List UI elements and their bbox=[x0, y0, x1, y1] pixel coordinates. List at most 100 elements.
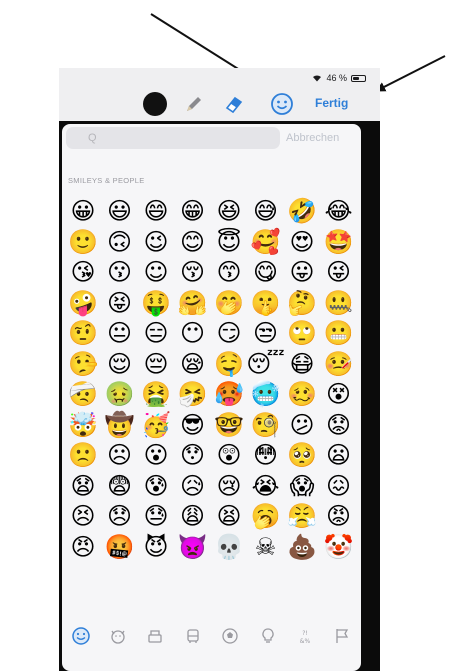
emoji-key[interactable]: 🤨 bbox=[65, 318, 101, 349]
emoji-key[interactable]: 😮 bbox=[138, 440, 174, 471]
emoji-key[interactable]: 😬 bbox=[321, 318, 357, 349]
emoji-key[interactable]: 😎 bbox=[175, 410, 211, 441]
emoji-key[interactable]: 😞 bbox=[102, 501, 138, 532]
emoji-key[interactable]: 😷 bbox=[284, 349, 320, 380]
emoji-key[interactable]: 😦 bbox=[321, 440, 357, 471]
emoji-key[interactable]: 😐 bbox=[102, 318, 138, 349]
emoji-key[interactable]: 🤥 bbox=[65, 349, 101, 380]
emoji-key[interactable]: 😥 bbox=[175, 471, 211, 502]
emoji-key[interactable]: 🤢 bbox=[102, 379, 138, 410]
emoji-key[interactable]: 🤡 bbox=[321, 532, 357, 563]
emoji-key[interactable]: 😠 bbox=[65, 532, 101, 563]
emoji-key[interactable]: 😢 bbox=[211, 471, 247, 502]
emoji-key[interactable]: 😂 bbox=[321, 196, 357, 227]
emoji-key[interactable]: 🤕 bbox=[65, 379, 101, 410]
emoji-key[interactable]: 😵 bbox=[321, 379, 357, 410]
emoji-key[interactable]: ☺ bbox=[138, 257, 174, 288]
emoji-key[interactable]: 😤 bbox=[284, 501, 320, 532]
emoji-key[interactable]: 🤧 bbox=[175, 379, 211, 410]
emoji-key[interactable]: 🤯 bbox=[65, 410, 101, 441]
emoji-key[interactable]: 🙂 bbox=[65, 227, 101, 258]
emoji-key[interactable]: 🤒 bbox=[321, 349, 357, 380]
emoji-key[interactable]: 🥶 bbox=[248, 379, 284, 410]
emoji-key[interactable]: 🤪 bbox=[65, 288, 101, 319]
cancel-button[interactable]: Abbrechen bbox=[286, 132, 339, 144]
emoji-key[interactable]: 🤑 bbox=[138, 288, 174, 319]
emoji-key[interactable]: ☹ bbox=[102, 440, 138, 471]
emoji-key[interactable]: 😒 bbox=[248, 318, 284, 349]
emoji-key[interactable]: 😰 bbox=[138, 471, 174, 502]
emoji-key[interactable]: 😁 bbox=[175, 196, 211, 227]
emoji-key[interactable]: 🤩 bbox=[321, 227, 357, 258]
emoji-key[interactable]: 😩 bbox=[175, 501, 211, 532]
emoji-key[interactable]: 🤔 bbox=[284, 288, 320, 319]
emoji-key[interactable]: 😙 bbox=[211, 257, 247, 288]
emoji-key[interactable]: 😝 bbox=[102, 288, 138, 319]
emoji-key[interactable]: 🙄 bbox=[284, 318, 320, 349]
emoji-key[interactable]: 😅 bbox=[248, 196, 284, 227]
emoji-key[interactable]: 😖 bbox=[321, 471, 357, 502]
emoji-key[interactable]: 🙁 bbox=[65, 440, 101, 471]
emoji-key[interactable]: 😄 bbox=[138, 196, 174, 227]
emoji-key[interactable]: 😓 bbox=[138, 501, 174, 532]
emoji-key[interactable]: 🤫 bbox=[248, 288, 284, 319]
emoji-key[interactable]: 😔 bbox=[138, 349, 174, 380]
emoji-key[interactable]: 😳 bbox=[248, 440, 284, 471]
emoji-key[interactable]: 🤭 bbox=[211, 288, 247, 319]
emoji-key[interactable]: 😟 bbox=[321, 410, 357, 441]
emoji-key[interactable]: ☠ bbox=[248, 532, 284, 563]
category-symbols[interactable]: ?! &% bbox=[292, 623, 318, 649]
emoji-key[interactable]: 😶 bbox=[175, 318, 211, 349]
category-travel[interactable] bbox=[180, 623, 206, 649]
category-objects[interactable] bbox=[255, 623, 281, 649]
pencil-button[interactable] bbox=[182, 92, 206, 116]
emoji-key[interactable]: 😏 bbox=[211, 318, 247, 349]
emoji-key[interactable]: 😪 bbox=[175, 349, 211, 380]
emoji-key[interactable]: 😣 bbox=[65, 501, 101, 532]
emoji-key[interactable]: 💩 bbox=[284, 532, 320, 563]
emoji-key[interactable]: 🤬 bbox=[102, 532, 138, 563]
emoji-key[interactable]: 😑 bbox=[138, 318, 174, 349]
emoji-key[interactable]: 😗 bbox=[102, 257, 138, 288]
category-food[interactable] bbox=[142, 623, 168, 649]
emoji-key[interactable]: 🥰 bbox=[248, 227, 284, 258]
emoji-key[interactable]: 🥱 bbox=[248, 501, 284, 532]
emoji-key[interactable]: 😋 bbox=[248, 257, 284, 288]
done-button[interactable]: Fertig bbox=[315, 96, 348, 110]
emoji-key[interactable]: 🥺 bbox=[284, 440, 320, 471]
emoji-key[interactable]: 🙃 bbox=[102, 227, 138, 258]
emoji-key[interactable]: 🤐 bbox=[321, 288, 357, 319]
emoji-key[interactable]: 🤓 bbox=[211, 410, 247, 441]
emoji-key[interactable]: 😫 bbox=[211, 501, 247, 532]
emoji-key[interactable]: 😘 bbox=[65, 257, 101, 288]
emoji-key[interactable]: 😯 bbox=[175, 440, 211, 471]
category-smileys[interactable] bbox=[68, 623, 94, 649]
category-animals[interactable] bbox=[105, 623, 131, 649]
emoji-key[interactable]: 😭 bbox=[248, 471, 284, 502]
emoji-key[interactable]: 😕 bbox=[284, 410, 320, 441]
emoji-key[interactable]: 💀 bbox=[211, 532, 247, 563]
emoji-key[interactable]: 😆 bbox=[211, 196, 247, 227]
eraser-button[interactable] bbox=[222, 92, 246, 116]
emoji-key[interactable]: 🤠 bbox=[102, 410, 138, 441]
emoji-key[interactable]: 😴 bbox=[246, 349, 285, 380]
emoji-search-input[interactable] bbox=[66, 127, 280, 149]
emoji-key[interactable]: 😡 bbox=[321, 501, 357, 532]
emoji-key[interactable]: 😀 bbox=[65, 196, 101, 227]
emoji-key[interactable]: 🧐 bbox=[248, 410, 284, 441]
color-picker-button[interactable] bbox=[143, 92, 167, 116]
emoji-key[interactable]: 😉 bbox=[138, 227, 174, 258]
emoji-button[interactable] bbox=[269, 91, 295, 117]
emoji-key[interactable]: 😛 bbox=[284, 257, 320, 288]
emoji-key[interactable]: 😜 bbox=[321, 257, 357, 288]
emoji-key[interactable]: 😌 bbox=[102, 349, 138, 380]
emoji-key[interactable]: 😇 bbox=[211, 227, 247, 258]
emoji-key[interactable]: 🤮 bbox=[138, 379, 174, 410]
emoji-key[interactable]: 🤗 bbox=[175, 288, 211, 319]
emoji-key[interactable]: 😱 bbox=[284, 471, 320, 502]
emoji-key[interactable]: 🥵 bbox=[211, 379, 247, 410]
emoji-key[interactable]: 😈 bbox=[138, 532, 174, 563]
emoji-key[interactable]: 🤣 bbox=[284, 196, 320, 227]
emoji-key[interactable]: 😧 bbox=[65, 471, 101, 502]
emoji-key[interactable]: 🥴 bbox=[284, 379, 320, 410]
